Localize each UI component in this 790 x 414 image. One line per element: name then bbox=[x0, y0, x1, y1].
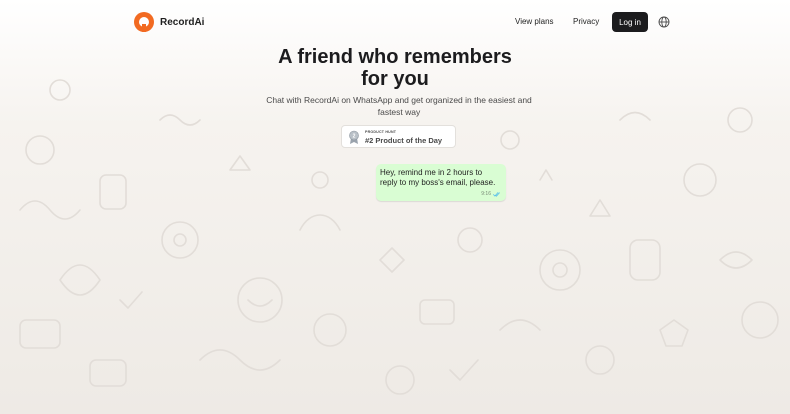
hero-subtitle: Chat with RecordAi on WhatsApp and get o… bbox=[266, 95, 532, 117]
svg-text:2: 2 bbox=[353, 133, 356, 139]
chat-message-text: Hey, remind me in 2 hours to reply to my… bbox=[380, 168, 496, 187]
badge-label-big: #2 Product of the Day bbox=[365, 136, 443, 145]
product-hunt-badge[interactable]: 2 PRODUCT HUNT #2 Product of the Day bbox=[341, 125, 456, 148]
top-navigation: RecordAi View plans Privacy Log in bbox=[0, 0, 790, 44]
privacy-link[interactable]: Privacy bbox=[573, 17, 599, 26]
medal-icon: 2 bbox=[349, 130, 359, 144]
hero-title-line2: for you bbox=[361, 68, 429, 90]
brand-logo[interactable]: RecordAi bbox=[134, 12, 204, 32]
hero-title-line1: A friend who remembers bbox=[278, 46, 512, 68]
chat-message-bubble: Hey, remind me in 2 hours to reply to my… bbox=[376, 164, 506, 201]
globe-icon[interactable] bbox=[658, 16, 670, 28]
login-button[interactable]: Log in bbox=[612, 12, 648, 32]
hero-title: A friend who remembers for you bbox=[0, 46, 790, 90]
badge-label-small: PRODUCT HUNT bbox=[365, 130, 397, 134]
view-plans-link[interactable]: View plans bbox=[515, 17, 554, 26]
double-check-icon bbox=[493, 191, 500, 197]
message-meta: 9:16 bbox=[481, 191, 501, 197]
brand-name: RecordAi bbox=[160, 16, 205, 28]
recordai-logo-icon bbox=[134, 12, 154, 32]
message-time: 9:16 bbox=[481, 191, 491, 197]
